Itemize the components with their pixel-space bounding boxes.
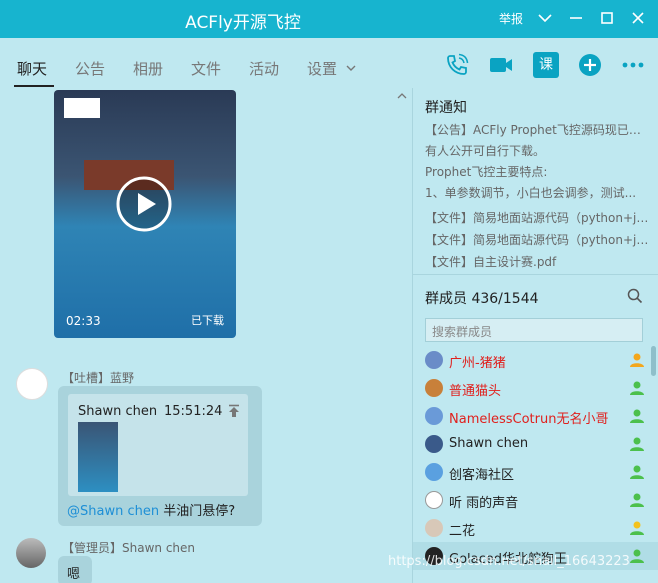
quote-time: 15:51:24 xyxy=(164,404,223,419)
avatar xyxy=(425,379,443,397)
message-text: @Shawn chen 半油门悬停? xyxy=(67,500,235,519)
sender-role: 【吐槽】 xyxy=(62,371,111,385)
member-name: 听 雨的声音 xyxy=(449,496,519,511)
member-badge-icon xyxy=(630,409,644,423)
tab-chat[interactable]: 聊天 xyxy=(17,58,47,79)
message-body: 嗯 xyxy=(67,567,81,582)
add-icon[interactable] xyxy=(577,52,603,78)
member-badge-icon xyxy=(630,493,644,507)
video-call-icon[interactable] xyxy=(488,52,514,78)
notice-line[interactable]: 有人公开可自行下载。 xyxy=(425,142,651,159)
sender-line: 【吐槽】蓝野 xyxy=(62,369,134,386)
member-item[interactable]: 创客海社区 xyxy=(413,458,658,486)
notice-file[interactable]: 【文件】自主设计赛.pdf xyxy=(425,253,651,270)
member-item[interactable]: 听 雨的声音 xyxy=(413,486,658,514)
active-tab-indicator xyxy=(14,85,54,87)
member-name: 普通猫头 xyxy=(449,384,502,399)
avatar xyxy=(425,519,443,537)
collapse-icon[interactable] xyxy=(396,90,408,102)
member-name: Shawn chen xyxy=(449,436,529,451)
notice-line[interactable]: 1、单参数调节，小白也会调参，测试... xyxy=(425,184,651,201)
tab-activity[interactable]: 活动 xyxy=(249,58,279,79)
settings-chevron-icon[interactable] xyxy=(345,62,357,74)
notice-title: 群通知 xyxy=(425,100,467,116)
star-member-badge-icon xyxy=(630,521,644,535)
notice-file[interactable]: 【文件】简易地面站源代码（python+js... xyxy=(425,231,651,248)
video-duration: 02:33 xyxy=(66,314,101,328)
chat-area[interactable]: 02:33 已下载 【吐槽】蓝野 Shawn chen 15:51:24 @Sh… xyxy=(0,88,412,583)
tab-files[interactable]: 文件 xyxy=(191,58,221,79)
member-badge-icon xyxy=(630,465,644,479)
sender-line: 【管理员】Shawn chen xyxy=(62,539,195,556)
scrollbar-thumb[interactable] xyxy=(651,346,656,376)
member-name: 广州-猪猪 xyxy=(449,356,506,371)
sender-role: 【管理员】 xyxy=(62,541,123,555)
tab-announcement[interactable]: 公告 xyxy=(75,58,105,79)
video-thumbnail-sign xyxy=(64,98,100,118)
video-message[interactable]: 02:33 已下载 xyxy=(54,90,236,338)
play-icon[interactable] xyxy=(116,176,172,232)
avatar[interactable] xyxy=(16,368,48,400)
members-title: 群成员 436/1544 xyxy=(425,291,539,307)
tab-settings[interactable]: 设置 xyxy=(307,58,337,79)
message-body: 半油门悬停? xyxy=(159,504,236,519)
message-bubble[interactable]: 嗯 xyxy=(58,556,92,583)
search-icon[interactable] xyxy=(627,288,643,304)
notice-line[interactable]: Prophet飞控主要特点: xyxy=(425,163,651,180)
group-info-panel: 群通知 【公告】ACFly Prophet飞控源码现已向所 有人公开可自行下载。… xyxy=(412,88,658,583)
divider xyxy=(413,274,658,275)
window-title: ACFly开源飞控 xyxy=(185,13,301,33)
close-icon[interactable] xyxy=(628,8,648,28)
member-item[interactable]: 二花 xyxy=(413,514,658,542)
member-badge-icon xyxy=(630,381,644,395)
avatar xyxy=(425,463,443,481)
member-item[interactable]: 普通猫头 xyxy=(413,374,658,402)
sender-name[interactable]: 蓝野 xyxy=(110,371,134,385)
watermark: https://blog.csdn.net/snail_16643223 xyxy=(388,554,630,569)
notice-file[interactable]: 【文件】简易地面站源代码（python+js... xyxy=(425,209,651,226)
quoted-message[interactable]: Shawn chen 15:51:24 xyxy=(68,394,248,496)
member-name: 二花 xyxy=(449,524,476,539)
search-placeholder: 搜索群成员 xyxy=(432,325,493,339)
minimize-icon[interactable] xyxy=(566,8,586,28)
avatar xyxy=(425,491,443,509)
qq-group-window: ACFly开源飞控 举报 聊天 公告 相册 文件 活动 设置 课 02:33 已… xyxy=(0,0,658,583)
member-item[interactable]: NamelessCotrun无名小哥 xyxy=(413,402,658,430)
jump-to-icon[interactable] xyxy=(228,404,240,418)
member-badge-icon xyxy=(630,437,644,451)
phone-icon[interactable] xyxy=(444,52,470,78)
admin-badge-icon xyxy=(630,353,644,367)
member-item[interactable]: Shawn chen xyxy=(413,430,658,458)
avatar xyxy=(425,407,443,425)
sender-name[interactable]: Shawn chen xyxy=(122,541,195,555)
avatar[interactable] xyxy=(16,538,46,568)
avatar xyxy=(425,435,443,453)
maximize-icon[interactable] xyxy=(597,8,617,28)
mention-link[interactable]: @Shawn chen xyxy=(67,504,159,519)
quote-name: Shawn chen xyxy=(78,404,158,419)
video-download-status: 已下载 xyxy=(191,314,224,327)
message-bubble[interactable]: Shawn chen 15:51:24 @Shawn chen 半油门悬停? xyxy=(58,386,262,526)
report-button[interactable]: 举报 xyxy=(499,10,523,27)
course-icon[interactable]: 课 xyxy=(533,52,559,78)
member-badge-icon xyxy=(630,549,644,563)
tab-bar: 聊天 公告 相册 文件 活动 设置 课 xyxy=(0,38,658,88)
quoted-image[interactable] xyxy=(78,422,118,492)
member-name: 创客海社区 xyxy=(449,468,515,483)
chevron-down-icon[interactable] xyxy=(535,8,555,28)
member-search-input[interactable]: 搜索群成员 xyxy=(425,318,643,342)
tab-album[interactable]: 相册 xyxy=(133,58,163,79)
avatar xyxy=(425,351,443,369)
title-bar: ACFly开源飞控 举报 xyxy=(0,0,658,38)
member-name: NamelessCotrun无名小哥 xyxy=(449,412,609,427)
notice-line[interactable]: 【公告】ACFly Prophet飞控源码现已向所 xyxy=(425,121,651,138)
more-icon[interactable] xyxy=(620,52,646,78)
member-item[interactable]: 广州-猪猪 xyxy=(413,346,658,374)
